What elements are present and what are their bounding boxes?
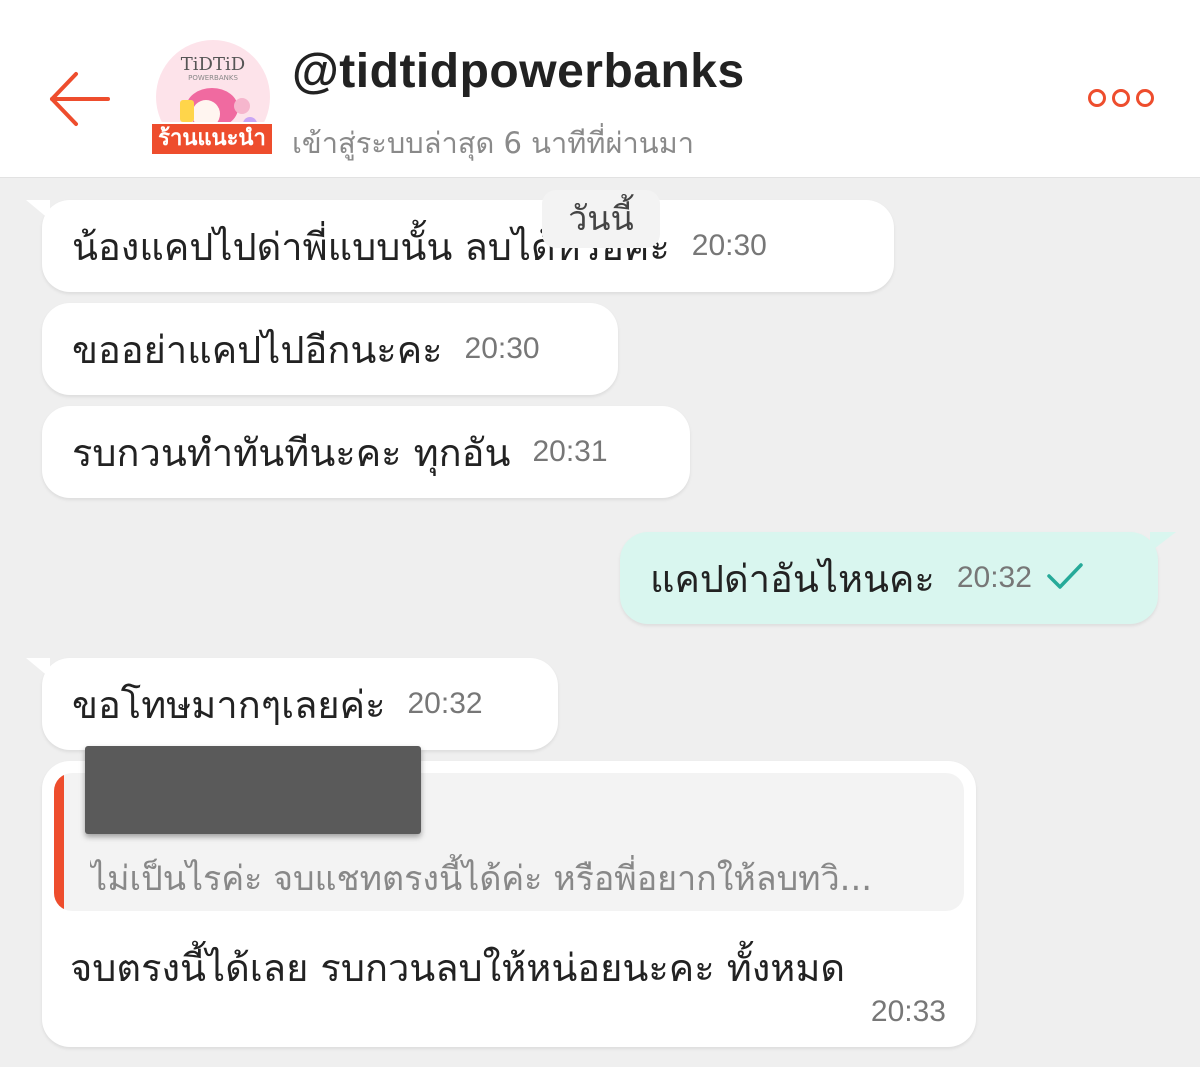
chat-header: TiDTiD POWERBANKS ร้านแนะนำ @tidtidpower… xyxy=(0,0,1200,178)
recommended-shop-badge: ร้านแนะนำ xyxy=(150,122,274,156)
logo-text: TiDTiD xyxy=(181,54,245,75)
date-divider: วันนี้ xyxy=(542,190,660,248)
message-time: 20:31 xyxy=(532,435,608,468)
message-bubble-incoming[interactable]: รบกวนทำทันทีนะคะ ทุกอัน 20:31 xyxy=(42,406,690,498)
sent-check-icon xyxy=(1046,561,1084,595)
shop-avatar[interactable]: TiDTiD POWERBANKS ร้านแนะนำ xyxy=(150,40,274,158)
message-text: จบตรงนี้ได้เลย รบกวนลบให้หน่อยนะคะ ทั้งห… xyxy=(70,946,846,990)
dot xyxy=(1136,89,1154,107)
message-time: 20:33 xyxy=(870,995,946,1028)
more-options-icon[interactable] xyxy=(1088,84,1160,112)
message-bubble-incoming[interactable]: น้องแคปไปด่าพี่แบบนั้น ลบได้หรอคะ 20:30 xyxy=(26,200,894,292)
message-time: 20:30 xyxy=(691,229,767,262)
redaction-box xyxy=(85,746,421,834)
message-time: 20:32 xyxy=(407,687,483,720)
message-bubble-outgoing[interactable]: แคปด่าอันไหนคะ 20:32 xyxy=(620,532,1176,624)
message-text: แคปด่าอันไหนคะ xyxy=(650,556,935,601)
last-seen-status: เข้าสู่ระบบล่าสุด 6 นาทีที่ผ่านมา xyxy=(292,126,695,160)
quoted-message-text: ไม่เป็นไรค่ะ จบแชทตรงนี้ได้ค่ะ หรือพี่อย… xyxy=(90,859,873,899)
message-text: ขออย่าแคปไปอีกนะคะ xyxy=(72,327,443,372)
dot xyxy=(1088,89,1106,107)
message-bubble-incoming[interactable]: ขออย่าแคปไปอีกนะคะ 20:30 xyxy=(42,303,618,395)
message-bubble-incoming[interactable]: ขอโทษมากๆเลยค่ะ 20:32 xyxy=(26,658,558,750)
quote-accent-bar xyxy=(54,773,64,911)
shop-name-title[interactable]: @tidtidpowerbanks xyxy=(292,44,745,99)
dot xyxy=(1112,89,1130,107)
message-text: ขอโทษมากๆเลยค่ะ xyxy=(72,682,386,727)
message-time: 20:32 xyxy=(956,561,1032,594)
logo-subtext: POWERBANKS xyxy=(188,74,238,82)
message-text: รบกวนทำทันทีนะคะ ทุกอัน xyxy=(72,430,511,475)
back-arrow-icon[interactable] xyxy=(44,64,114,134)
message-time: 20:30 xyxy=(464,332,540,365)
chat-messages[interactable]: น้องแคปไปด่าพี่แบบนั้น ลบได้หรอคะ 20:30 … xyxy=(0,178,1200,1067)
